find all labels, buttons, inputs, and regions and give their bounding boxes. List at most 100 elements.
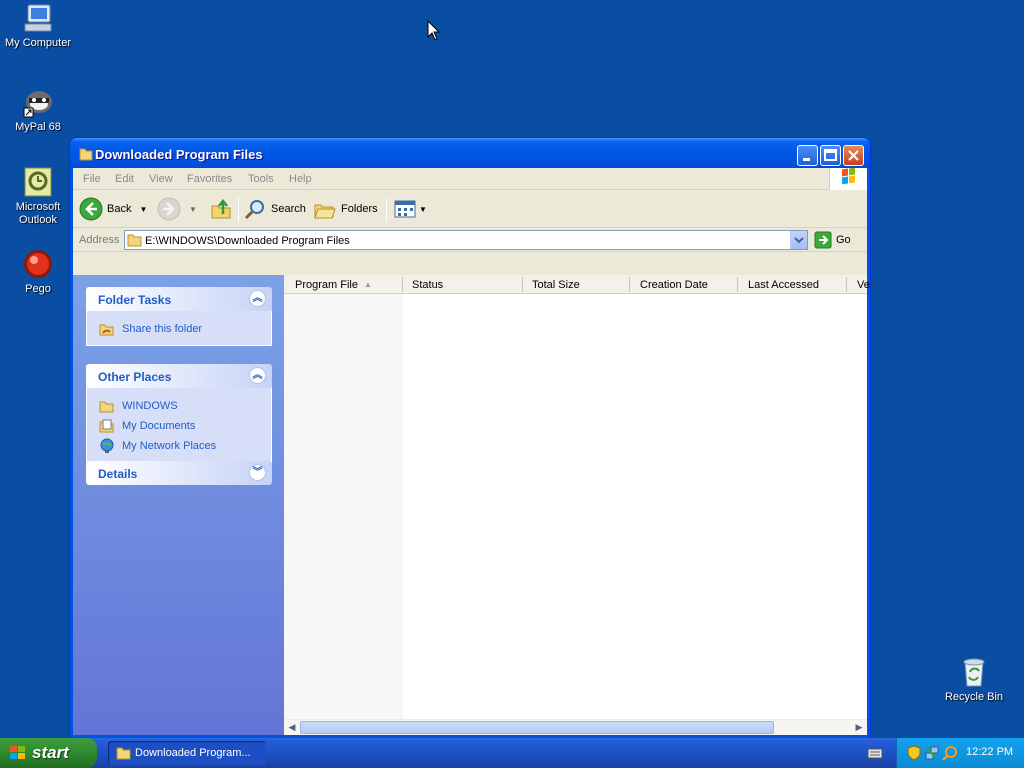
search-button[interactable]: Search bbox=[243, 196, 306, 222]
back-label: Back bbox=[107, 203, 132, 215]
address-dropdown-button[interactable] bbox=[790, 231, 807, 249]
back-button[interactable]: Back ▼ bbox=[79, 196, 147, 222]
other-places-header[interactable]: Other Places ︽ bbox=[86, 364, 272, 388]
share-folder-label: Share this folder bbox=[122, 323, 203, 335]
pego-icon bbox=[22, 248, 54, 280]
views-icon bbox=[394, 200, 416, 218]
desktop-icon-label: My Computer bbox=[4, 37, 72, 49]
menu-file[interactable]: File bbox=[83, 173, 101, 185]
other-places-title: Other Places bbox=[98, 370, 172, 384]
folder-icon bbox=[116, 747, 131, 760]
windows-flag-icon bbox=[10, 746, 25, 759]
address-input[interactable]: E:\WINDOWS\Downloaded Program Files bbox=[124, 230, 808, 250]
desktop-icon-mypal[interactable]: MyPal 68 bbox=[0, 86, 76, 134]
details-header[interactable]: Details ︾ bbox=[86, 461, 272, 485]
desktop-icon-recycle-bin[interactable]: Recycle Bin bbox=[936, 656, 1012, 704]
chevron-down-icon bbox=[794, 237, 804, 244]
file-list[interactable]: Program File ▲ Status Total Size Creatio… bbox=[284, 275, 870, 735]
outlook-icon bbox=[22, 166, 54, 198]
column-last-accessed[interactable]: Last Accessed bbox=[748, 279, 819, 291]
forward-arrow-icon bbox=[157, 197, 181, 221]
toolbar-separator bbox=[386, 198, 387, 222]
back-arrow-icon bbox=[79, 197, 103, 221]
column-divider[interactable] bbox=[737, 277, 738, 292]
forward-button[interactable]: ▼ bbox=[157, 196, 197, 222]
desktop-icon-my-computer[interactable]: My Computer bbox=[0, 2, 76, 50]
folder-tasks-title: Folder Tasks bbox=[98, 293, 172, 307]
column-program-file[interactable]: Program File bbox=[295, 279, 358, 291]
recycle-bin-icon bbox=[958, 656, 990, 688]
scroll-right-icon[interactable]: ▶ bbox=[852, 721, 866, 734]
search-tray-icon[interactable] bbox=[942, 745, 958, 761]
menu-edit[interactable]: Edit bbox=[115, 173, 134, 185]
window-title: Downloaded Program Files bbox=[95, 147, 263, 162]
sorted-column-highlight bbox=[284, 294, 403, 719]
views-button[interactable]: ▼ bbox=[393, 196, 427, 222]
chevron-down-icon[interactable]: ▼ bbox=[189, 205, 197, 214]
menu-view[interactable]: View bbox=[149, 173, 173, 185]
details-title: Details bbox=[98, 467, 138, 481]
column-divider[interactable] bbox=[629, 277, 630, 292]
network-status-icon[interactable] bbox=[924, 745, 940, 761]
folder-tasks-panel: Folder Tasks ︽ Share this folder bbox=[86, 287, 272, 346]
desktop-icon-label: Pego bbox=[25, 283, 51, 295]
column-divider[interactable] bbox=[522, 277, 523, 292]
security-shield-icon[interactable] bbox=[906, 745, 922, 761]
folder-tasks-header[interactable]: Folder Tasks ︽ bbox=[86, 287, 272, 311]
other-place-windows[interactable]: WINDOWS bbox=[87, 396, 271, 416]
menu-help[interactable]: Help bbox=[289, 173, 312, 185]
menu-bar: File Edit View Favorites Tools Help bbox=[73, 167, 867, 190]
desktop-icon-label: Microsoft Outlook bbox=[15, 201, 61, 226]
minimize-button[interactable] bbox=[797, 145, 818, 166]
go-button[interactable]: Go bbox=[814, 230, 851, 250]
horizontal-scrollbar[interactable]: ◀ ▶ bbox=[284, 719, 867, 735]
expand-chevron-icon[interactable]: ︾ bbox=[249, 464, 266, 481]
scrollbar-thumb[interactable] bbox=[300, 721, 774, 734]
chevron-down-icon[interactable]: ▼ bbox=[139, 205, 147, 214]
start-button[interactable]: start bbox=[0, 738, 97, 768]
column-divider[interactable] bbox=[402, 277, 403, 292]
menu-tools[interactable]: Tools bbox=[248, 173, 274, 185]
mouse-cursor-icon bbox=[427, 19, 441, 42]
folders-button[interactable]: Folders bbox=[313, 196, 378, 222]
up-folder-button[interactable] bbox=[209, 196, 233, 222]
folder-icon bbox=[99, 401, 114, 413]
folder-up-icon bbox=[211, 198, 231, 219]
column-creation-date[interactable]: Creation Date bbox=[640, 279, 708, 291]
taskbar: start Downloaded Program... 12:22 PM bbox=[0, 738, 1024, 768]
collapse-chevron-icon[interactable]: ︽ bbox=[249, 290, 266, 307]
scroll-left-icon[interactable]: ◀ bbox=[285, 721, 299, 734]
other-place-network[interactable]: My Network Places bbox=[87, 436, 271, 456]
column-status[interactable]: Status bbox=[412, 279, 443, 291]
content-area: Folder Tasks ︽ Share this folder Other P… bbox=[73, 275, 870, 735]
go-arrow-icon bbox=[814, 231, 832, 249]
taskbar-item-downloaded-program-files[interactable]: Downloaded Program... bbox=[108, 741, 266, 765]
start-label: start bbox=[32, 743, 69, 762]
other-places-panel: Other Places ︽ WINDOWS My Documents My N… bbox=[86, 364, 272, 463]
column-divider[interactable] bbox=[846, 277, 847, 292]
address-bar: Address E:\WINDOWS\Downloaded Program Fi… bbox=[73, 228, 867, 252]
other-place-my-documents[interactable]: My Documents bbox=[87, 416, 271, 436]
menu-favorites[interactable]: Favorites bbox=[187, 173, 232, 185]
sort-ascending-icon: ▲ bbox=[364, 280, 372, 289]
desktop-icon-outlook[interactable]: Microsoft Outlook bbox=[0, 166, 76, 227]
details-panel: Details ︾ bbox=[86, 461, 272, 485]
go-label: Go bbox=[836, 234, 851, 246]
maximize-button[interactable] bbox=[820, 145, 841, 166]
title-bar[interactable]: Downloaded Program Files bbox=[70, 138, 870, 168]
close-button[interactable] bbox=[843, 145, 864, 166]
other-place-label: WINDOWS bbox=[122, 400, 178, 412]
column-total-size[interactable]: Total Size bbox=[532, 279, 580, 291]
column-headers: Program File ▲ Status Total Size Creatio… bbox=[284, 275, 870, 294]
column-version[interactable]: Ve bbox=[857, 279, 870, 291]
clock[interactable]: 12:22 PM bbox=[966, 746, 1013, 758]
desktop-icon-pego[interactable]: Pego bbox=[0, 248, 76, 296]
keyboard-layout-icon[interactable] bbox=[867, 746, 883, 760]
collapse-chevron-icon[interactable]: ︽ bbox=[249, 367, 266, 384]
folders-icon bbox=[314, 204, 336, 219]
share-folder-link[interactable]: Share this folder bbox=[87, 319, 271, 339]
other-places-body: WINDOWS My Documents My Network Places bbox=[86, 388, 272, 463]
address-value: E:\WINDOWS\Downloaded Program Files bbox=[145, 235, 350, 247]
chevron-down-icon[interactable]: ▼ bbox=[419, 205, 427, 214]
system-tray: 12:22 PM bbox=[896, 738, 1024, 768]
